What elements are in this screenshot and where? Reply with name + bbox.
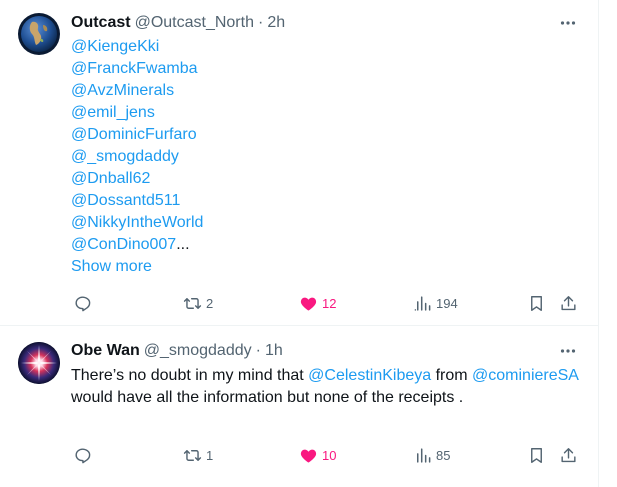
retweet-count: 2 <box>206 295 214 311</box>
reply-icon <box>75 447 91 463</box>
tweet[interactable]: Obe Wan @_smogdaddy · 1h There’s no doub… <box>0 327 599 487</box>
author-handle[interactable]: @Outcast_North <box>135 14 254 32</box>
timeline: Outcast @Outcast_North · 2h @KiengeKki @… <box>0 0 599 487</box>
bookmark-button[interactable] <box>527 444 546 466</box>
tweet-text-segment: There’s no doubt in my mind that <box>71 367 309 384</box>
show-more-link[interactable]: Show more <box>71 256 203 278</box>
more-options-icon[interactable] <box>557 340 579 362</box>
reply-icon <box>75 295 91 311</box>
mention-link[interactable]: @ConDino007 <box>71 236 176 253</box>
author-handle[interactable]: @_smogdaddy <box>144 342 252 360</box>
separator-dot: · <box>255 342 261 359</box>
like-count: 12 <box>322 295 337 311</box>
bookmark-icon <box>531 295 542 311</box>
heart-filled-icon <box>300 449 317 463</box>
more-options-icon[interactable] <box>557 12 579 34</box>
reply-button[interactable] <box>73 292 96 314</box>
share-icon <box>561 447 576 462</box>
bookmark-button[interactable] <box>527 292 546 314</box>
like-button[interactable]: 12 <box>299 292 336 314</box>
mention-line-last: @ConDino007... <box>71 234 203 256</box>
mention-link[interactable]: @CelestinKibeya <box>308 367 431 384</box>
tweet-header: Obe Wan @_smogdaddy · 1h <box>71 340 579 362</box>
separator-dot: · <box>257 14 264 31</box>
mention-link[interactable]: @AvzMinerals <box>71 80 203 102</box>
truncation-ellipsis: ... <box>176 236 190 253</box>
reply-button[interactable] <box>73 444 96 466</box>
author-name[interactable]: Outcast <box>71 14 131 32</box>
retweet-icon <box>183 449 202 461</box>
tweet[interactable]: Outcast @Outcast_North · 2h @KiengeKki @… <box>0 0 599 326</box>
like-button[interactable]: 10 <box>299 444 336 466</box>
bookmark-icon <box>531 447 542 463</box>
retweet-button[interactable]: 2 <box>183 292 213 314</box>
share-button[interactable] <box>559 292 578 314</box>
tweet-header: Outcast @Outcast_North · 2h <box>71 12 579 34</box>
mention-link[interactable]: @cominiereSA <box>472 367 578 384</box>
mention-link[interactable]: @emil_jens <box>71 102 203 124</box>
author-name[interactable]: Obe Wan <box>71 342 140 360</box>
mention-link[interactable]: @Dossantd511 <box>71 190 203 212</box>
mention-link[interactable]: @NikkyIntheWorld <box>71 212 203 234</box>
retweet-icon <box>183 297 202 309</box>
mention-link[interactable]: @_smogdaddy <box>71 146 203 168</box>
tweet-actions: 2 12 194 <box>71 292 583 314</box>
mention-link[interactable]: @Dnball62 <box>71 168 203 190</box>
retweet-button[interactable]: 1 <box>183 444 213 466</box>
mention-link[interactable]: @FranckFwamba <box>71 58 203 80</box>
view-count: 194 <box>436 295 458 311</box>
tweet-text: There’s no doubt in my mind that @Celest… <box>71 365 581 409</box>
timestamp[interactable]: 2h <box>267 14 285 32</box>
mention-link[interactable]: @KiengeKki <box>71 36 203 58</box>
analytics-icon <box>416 447 431 463</box>
tweet-text: @KiengeKki @FranckFwamba @AvzMinerals @e… <box>71 36 203 278</box>
analytics-icon <box>414 295 431 311</box>
tweet-text-segment: from <box>431 367 473 384</box>
mention-link[interactable]: @DominicFurfaro <box>71 124 203 146</box>
like-count: 10 <box>322 447 337 463</box>
heart-filled-icon <box>300 297 317 311</box>
tweet-text-segment: would have all the information but none … <box>71 389 464 406</box>
tweet-actions: 1 10 85 <box>71 444 583 466</box>
views-button[interactable]: 194 <box>413 292 458 314</box>
globe-avatar-icon[interactable] <box>18 13 60 55</box>
share-button[interactable] <box>559 444 578 466</box>
views-button[interactable]: 85 <box>413 444 450 466</box>
timestamp[interactable]: 1h <box>265 342 283 360</box>
retweet-count: 1 <box>206 447 214 463</box>
view-count: 85 <box>436 447 451 463</box>
share-icon <box>561 295 576 310</box>
starburst-avatar-icon[interactable] <box>18 342 60 384</box>
